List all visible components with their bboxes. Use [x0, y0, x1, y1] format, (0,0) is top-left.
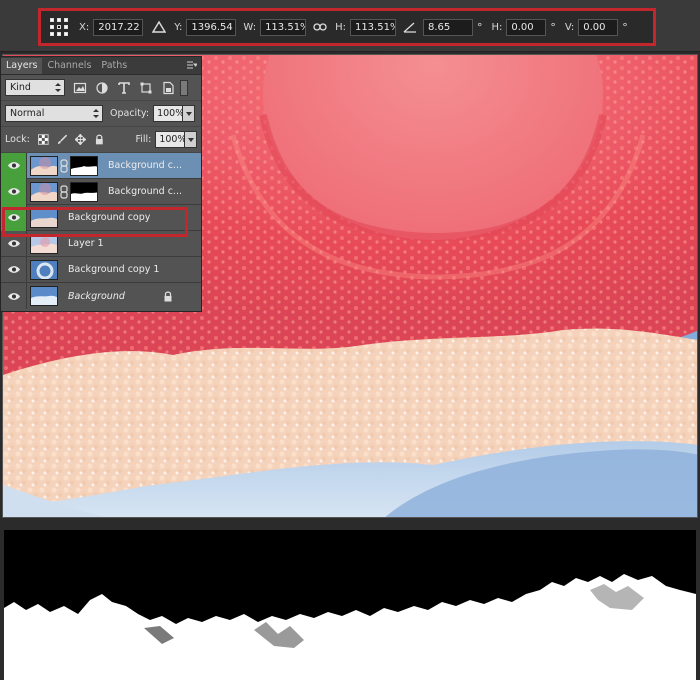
blend-mode-dropdown[interactable]: Normal [5, 105, 103, 122]
layer-thumbnail [30, 233, 58, 254]
chevron-down-icon [186, 112, 193, 116]
opacity-dropdown-button[interactable] [183, 105, 196, 122]
visibility-toggle[interactable] [1, 230, 27, 257]
height-field[interactable]: 113.51% [349, 18, 396, 36]
tab-paths[interactable]: Paths [96, 58, 132, 74]
y-position-field[interactable]: 1396.54 px [186, 18, 237, 36]
angle-icon [403, 22, 416, 33]
panel-menu-icon[interactable] [187, 61, 197, 69]
tab-layers[interactable]: Layers [1, 58, 43, 74]
smart-object-filter-icon[interactable] [161, 81, 175, 95]
visibility-toggle[interactable] [1, 204, 27, 231]
lock-all-icon[interactable] [94, 134, 105, 145]
vskew-degree-symbol: ° [622, 20, 628, 34]
layer-mask-preview [4, 530, 696, 680]
layer-mask-thumbnail[interactable] [70, 155, 98, 176]
w-label: W: [243, 21, 257, 33]
lock-row: Lock: Fill: 100% [1, 127, 201, 153]
reference-point-grid-icon[interactable] [49, 17, 69, 37]
panel-tabs: Layers Channels Paths [1, 57, 201, 75]
eye-icon [7, 188, 20, 195]
opacity-field[interactable]: 100% [153, 105, 184, 122]
visibility-toggle[interactable] [1, 178, 27, 205]
mask-preview-image [4, 530, 696, 680]
lock-icon [164, 291, 172, 302]
layer-thumbnail [30, 207, 58, 228]
visibility-toggle[interactable] [1, 256, 27, 283]
lock-label: Lock: [5, 134, 30, 145]
layer-row-background-copy-masked-1[interactable]: Background c... [1, 152, 201, 179]
fill-field[interactable]: 100% [155, 131, 187, 148]
hskew-degree-symbol: ° [550, 20, 556, 34]
filter-kind-dropdown[interactable]: Kind [5, 79, 65, 96]
layer-thumbnail [30, 259, 58, 280]
adjustment-filter-icon[interactable] [95, 81, 109, 95]
image-filter-icon[interactable] [73, 81, 87, 95]
type-filter-icon[interactable] [117, 81, 131, 95]
vskew-label: V: [564, 21, 575, 33]
layer-thumbnail [30, 286, 58, 306]
layer-name: Background [68, 290, 125, 302]
horizontal-skew-field[interactable]: 0.00 [506, 18, 547, 36]
angle-degree-symbol: ° [476, 20, 483, 34]
shape-filter-icon[interactable] [139, 81, 153, 95]
fill-dropdown-button[interactable] [185, 131, 197, 148]
chevron-updown-icon [93, 109, 99, 118]
filter-row: Kind [1, 75, 201, 101]
layer-row-background-copy-masked-2[interactable]: Background c... [1, 178, 201, 205]
layer-name: Background copy [68, 212, 151, 223]
width-field[interactable]: 113.51% [260, 18, 307, 36]
layers-panel: Layers Channels Paths Kind Normal Opacit… [0, 56, 202, 312]
layer-row-background-copy[interactable]: Background copy [1, 204, 201, 231]
blend-mode-label: Normal [10, 108, 45, 119]
options-bar: X: 2017.22 px Y: 1396.54 px W: 113.51% H… [0, 0, 700, 52]
chain-link-icon[interactable] [60, 158, 68, 173]
eye-icon [7, 162, 20, 169]
layer-thumbnail [30, 181, 58, 202]
lock-position-move-icon[interactable] [75, 134, 86, 145]
eye-icon [7, 292, 20, 300]
visibility-toggle[interactable] [1, 283, 27, 309]
hskew-label: H: [491, 21, 503, 33]
angle-field[interactable]: 8.65 [422, 18, 473, 36]
eye-icon [7, 214, 20, 221]
layer-name: Background copy 1 [68, 264, 160, 275]
layer-name: Background c... [108, 160, 182, 171]
layer-name: Background c... [108, 186, 182, 197]
filter-kind-label: Kind [10, 82, 31, 93]
link-icon[interactable] [313, 22, 327, 32]
lock-pixels-brush-icon[interactable] [57, 134, 68, 145]
vertical-skew-field[interactable]: 0.00 [578, 18, 619, 36]
h-label: H: [335, 21, 346, 33]
fill-label: Fill: [135, 134, 152, 145]
filter-toggle-switch[interactable] [180, 79, 188, 96]
transform-options: X: 2017.22 px Y: 1396.54 px W: 113.51% H… [38, 8, 656, 46]
eye-icon [7, 240, 20, 247]
blend-row: Normal Opacity: 100% [1, 101, 201, 127]
layer-name: Layer 1 [68, 238, 104, 249]
chevron-updown-icon [55, 83, 61, 92]
x-label: X: [79, 21, 90, 33]
layer-row-layer-1[interactable]: Layer 1 [1, 230, 201, 257]
layer-row-background[interactable]: Background [1, 283, 201, 309]
y-label: Y: [174, 21, 183, 33]
lock-transparency-icon[interactable] [37, 134, 49, 145]
layer-thumbnail [30, 155, 58, 176]
chevron-down-icon [188, 138, 195, 142]
chain-link-icon[interactable] [60, 184, 68, 199]
eye-icon [7, 266, 20, 273]
visibility-toggle[interactable] [1, 152, 27, 179]
opacity-label: Opacity: [110, 108, 150, 119]
x-position-field[interactable]: 2017.22 px [93, 18, 144, 36]
layer-row-background-copy-1[interactable]: Background copy 1 [1, 256, 201, 283]
layer-mask-thumbnail[interactable] [70, 181, 98, 202]
skew-triangle-icon[interactable] [152, 20, 167, 34]
tab-channels[interactable]: Channels [42, 58, 96, 74]
